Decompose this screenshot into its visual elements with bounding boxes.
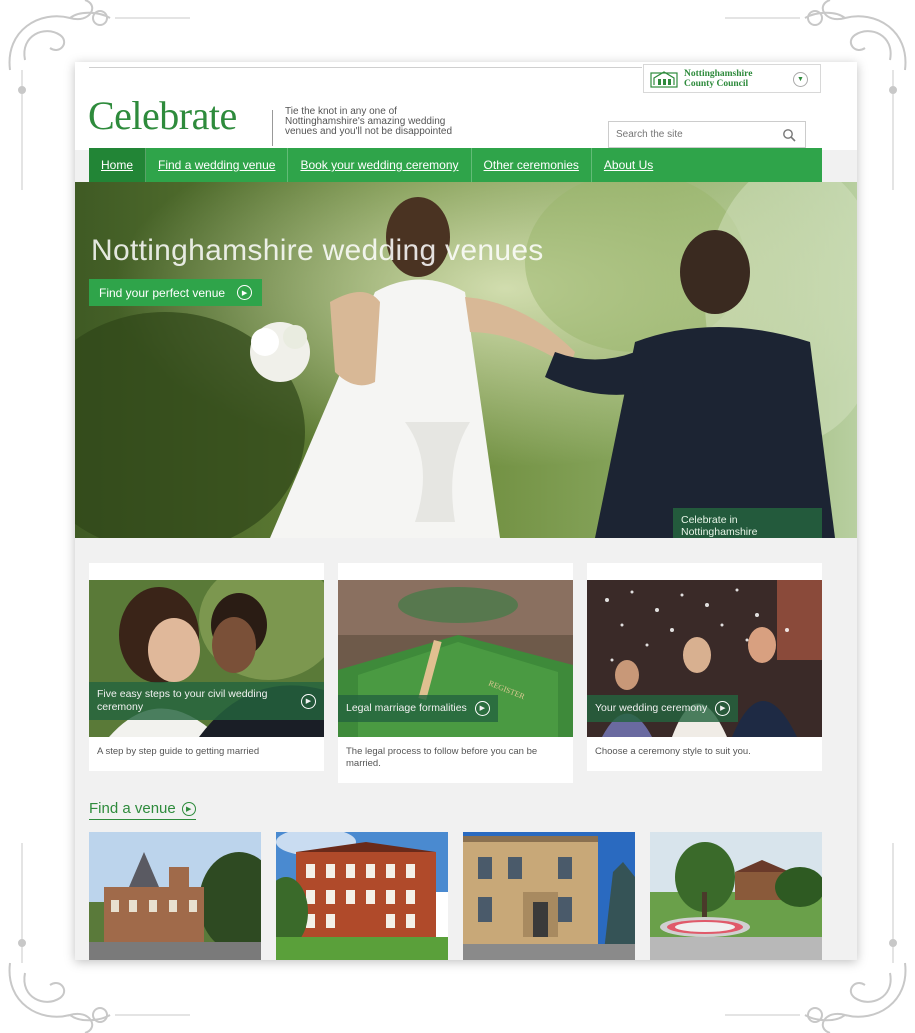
venue-photo-brick-house <box>276 832 448 960</box>
card-description: Choose a ceremony style to suit you. <box>595 746 751 757</box>
find-venue-button-label: Find your perfect venue <box>99 285 226 300</box>
play-circle-icon: ▶ <box>301 693 316 709</box>
council-crest-icon <box>650 70 678 88</box>
venue-thumbnail[interactable] <box>463 832 635 960</box>
card-label: Your wedding ceremony ▶ <box>587 695 739 722</box>
search-box <box>608 121 806 148</box>
venue-photo-stone-building <box>463 832 635 960</box>
search-icon[interactable] <box>782 128 796 142</box>
card-label: Legal marriage formalities ▶ <box>338 695 498 722</box>
search-input[interactable] <box>609 122 769 147</box>
find-a-venue-label: Find a venue <box>89 800 176 817</box>
site-logo[interactable]: Celebrate <box>88 92 237 139</box>
venue-thumbnail[interactable] <box>650 832 822 960</box>
council-name: Nottinghamshire County Council <box>684 69 752 89</box>
venue-thumbnail[interactable] <box>89 832 261 960</box>
play-circle-icon: ▶ <box>181 801 196 816</box>
header-divider <box>89 67 642 68</box>
card-description: The legal process to follow before you c… <box>346 746 538 769</box>
council-name-line1: Nottinghamshire <box>684 68 753 79</box>
card-image: Your wedding ceremony ▶ <box>587 580 822 737</box>
venue-photo-garden <box>650 832 822 960</box>
find-venue-button[interactable]: Find your perfect venue ▶ <box>89 279 263 306</box>
feature-card-legal[interactable]: REGISTER Legal marriage formalities ▶ Th… <box>338 563 573 783</box>
card-label-text: Your wedding ceremony <box>595 702 708 714</box>
main-navigation: Home Find a wedding venue Book your wedd… <box>89 148 822 182</box>
site-header: Celebrate Tie the knot in any one of Not… <box>75 62 857 150</box>
council-logo[interactable]: Nottinghamshire County Council ▼ <box>643 64 821 93</box>
hero-caption: Celebrate in Nottinghamshire <box>673 508 822 538</box>
venue-photo-hall <box>89 832 261 960</box>
tagline-divider <box>272 110 273 146</box>
find-a-venue-link[interactable]: Find a venue ▶ <box>89 800 196 820</box>
card-description: A step by step guide to getting married <box>97 746 260 757</box>
site-tagline: Tie the knot in any one of Nottinghamshi… <box>285 106 453 137</box>
venue-thumbnail[interactable] <box>276 832 448 960</box>
play-circle-icon: ▶ <box>237 285 253 300</box>
nav-item-home[interactable]: Home <box>89 148 147 182</box>
card-image: REGISTER Legal marriage formalities ▶ <box>338 580 573 737</box>
website-page: Celebrate Tie the knot in any one of Not… <box>75 62 857 960</box>
nav-item-find-venue[interactable]: Find a wedding venue <box>146 148 289 182</box>
card-label-text: Legal marriage formalities <box>346 702 467 714</box>
venue-thumbnails <box>89 832 822 960</box>
nav-item-other-ceremonies[interactable]: Other ceremonies <box>472 148 592 182</box>
play-circle-icon: ▶ <box>474 701 490 716</box>
nav-item-book-ceremony[interactable]: Book your wedding ceremony <box>288 148 472 182</box>
play-circle-icon: ▶ <box>715 701 731 716</box>
feature-card-ceremony[interactable]: Your wedding ceremony ▶ Choose a ceremon… <box>587 563 822 771</box>
nav-item-about-us[interactable]: About Us <box>592 148 665 182</box>
hero-title: Nottinghamshire wedding venues <box>91 234 544 267</box>
council-name-line2: County Council <box>684 78 749 89</box>
chevron-down-icon[interactable]: ▼ <box>793 72 808 87</box>
feature-cards: Five easy steps to your civil wedding ce… <box>89 563 822 783</box>
feature-card-steps[interactable]: Five easy steps to your civil wedding ce… <box>89 563 324 771</box>
card-label: Five easy steps to your civil wedding ce… <box>89 682 324 720</box>
hero-banner: Nottinghamshire wedding venues Find your… <box>75 182 857 538</box>
card-label-text: Five easy steps to your civil wedding ce… <box>97 688 268 713</box>
card-image: Five easy steps to your civil wedding ce… <box>89 580 324 737</box>
